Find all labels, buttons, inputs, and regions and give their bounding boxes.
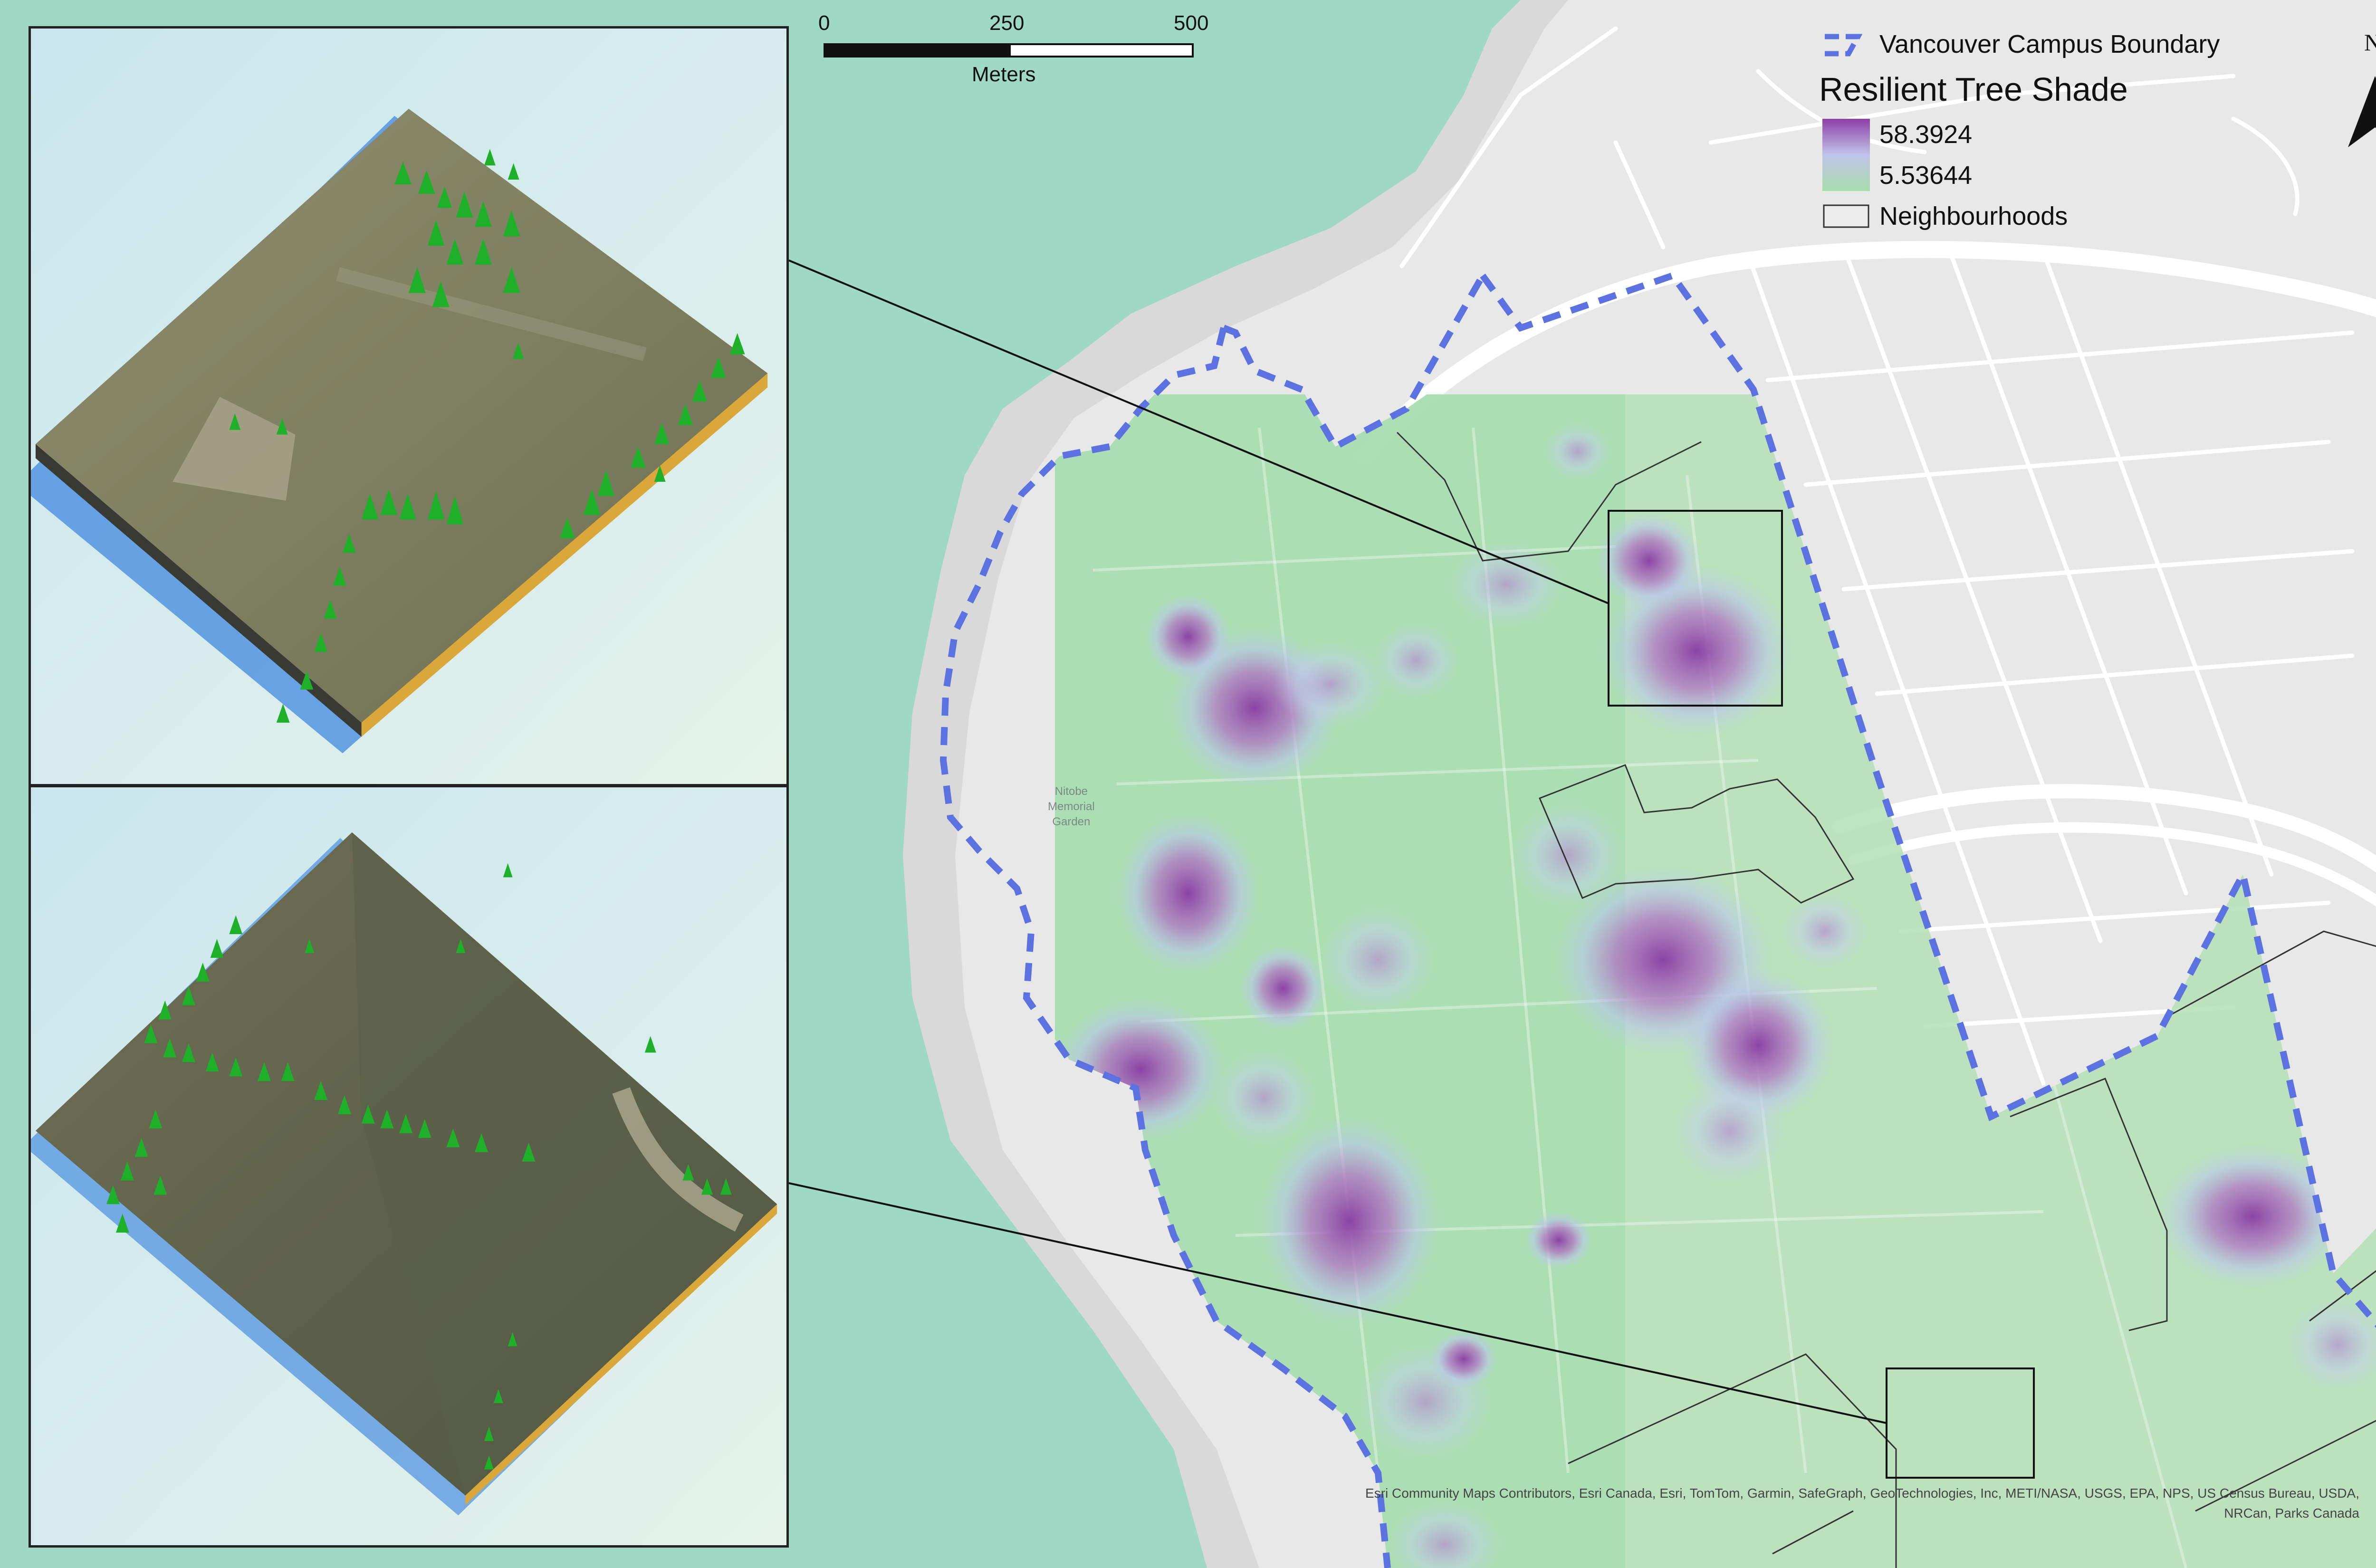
garden-label-line2: Memorial [1048, 800, 1095, 813]
attribution-line1: Esri Community Maps Contributors, Esri C… [1365, 1486, 2359, 1501]
inset-3d-terrain-top [29, 26, 789, 786]
legend-low-value: 5.53644 [1879, 161, 1973, 190]
neighbourhoods-swatch [1823, 204, 1869, 228]
garden-label: Nitobe Memorial Garden [1048, 784, 1095, 830]
garden-label-line1: Nitobe [1054, 785, 1088, 798]
shade-ramp-swatch [1822, 119, 1870, 191]
scale-units: Meters [972, 63, 1036, 86]
attribution-line2: NRCan, Parks Canada [2224, 1506, 2359, 1520]
attribution: Esri Community Maps Contributors, Esri C… [1238, 1483, 2359, 1523]
scale-tick-500: 500 [1174, 11, 1209, 35]
legend-title: Resilient Tree Shade [1819, 71, 2128, 108]
scale-tick-0: 0 [818, 11, 830, 35]
legend-neighbourhoods-label: Neighbourhoods [1879, 202, 2068, 230]
legend-boundary-label: Vancouver Campus Boundary [1879, 30, 2220, 58]
map-layout: 0 250 500 Meters N Vancouver Campus Boun… [0, 0, 2376, 1568]
north-label: N [2364, 29, 2376, 56]
garden-label-line3: Garden [1052, 815, 1091, 828]
legend-high-value: 58.3924 [1879, 120, 1973, 149]
scale-tick-250: 250 [989, 11, 1025, 35]
scale-bar [824, 43, 1194, 57]
inset-3d-terrain-bottom [29, 785, 789, 1548]
